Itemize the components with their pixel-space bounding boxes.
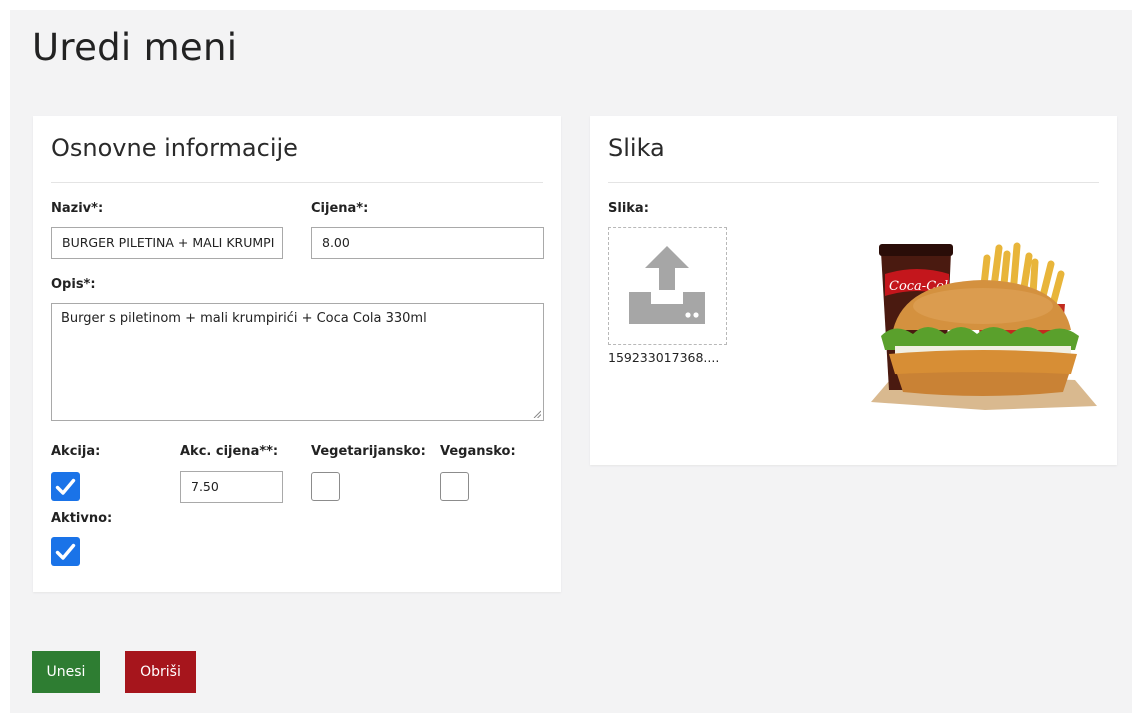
image-upload-dropzone[interactable] <box>608 227 727 345</box>
page: Uredi meni Osnovne informacije Naziv*: B… <box>10 10 1132 713</box>
opis-text: Burger s piletinom + mali krumpirići + C… <box>61 311 427 326</box>
delete-button[interactable]: Obriši <box>125 651 196 693</box>
aktivno-label: Aktivno: <box>51 511 113 526</box>
opis-label: Opis*: <box>51 277 96 292</box>
akcija-label: Akcija: <box>51 444 101 459</box>
naziv-input[interactable]: BURGER PILETINA + MALI KRUMPI <box>51 227 283 259</box>
akc-cijena-input[interactable]: 7.50 <box>180 471 283 503</box>
save-button[interactable]: Unesi <box>32 651 100 693</box>
page-title: Uredi meni <box>32 26 238 69</box>
slika-label: Slika: <box>608 201 649 216</box>
image-card: Slika Slika: 159233017368.... Coca-Cola <box>590 116 1117 465</box>
checkmark-icon <box>55 543 76 560</box>
opis-textarea[interactable]: Burger s piletinom + mali krumpirići + C… <box>51 303 544 421</box>
product-image: Coca-Cola <box>871 242 1097 410</box>
resize-grip-icon[interactable] <box>533 410 541 418</box>
cijena-label: Cijena*: <box>311 201 369 216</box>
akc-cijena-label: Akc. cijena**: <box>180 444 279 459</box>
checkmark-icon <box>55 478 76 495</box>
aktivno-checkbox[interactable] <box>51 537 80 566</box>
vegansko-checkbox[interactable] <box>440 472 469 501</box>
vegetarijansko-label: Vegetarijansko: <box>311 444 426 459</box>
naziv-label: Naziv*: <box>51 201 104 216</box>
akcija-checkbox[interactable] <box>51 472 80 501</box>
vegansko-label: Vegansko: <box>440 444 516 459</box>
uploaded-filename: 159233017368.... <box>608 350 720 365</box>
card-divider <box>51 182 543 183</box>
basic-info-title: Osnovne informacije <box>51 134 298 162</box>
upload-icon <box>629 246 705 324</box>
card-divider <box>608 182 1099 183</box>
basic-info-card: Osnovne informacije Naziv*: BURGER PILET… <box>33 116 561 592</box>
vegetarijansko-checkbox[interactable] <box>311 472 340 501</box>
image-card-title: Slika <box>608 134 665 162</box>
cijena-input[interactable]: 8.00 <box>311 227 544 259</box>
